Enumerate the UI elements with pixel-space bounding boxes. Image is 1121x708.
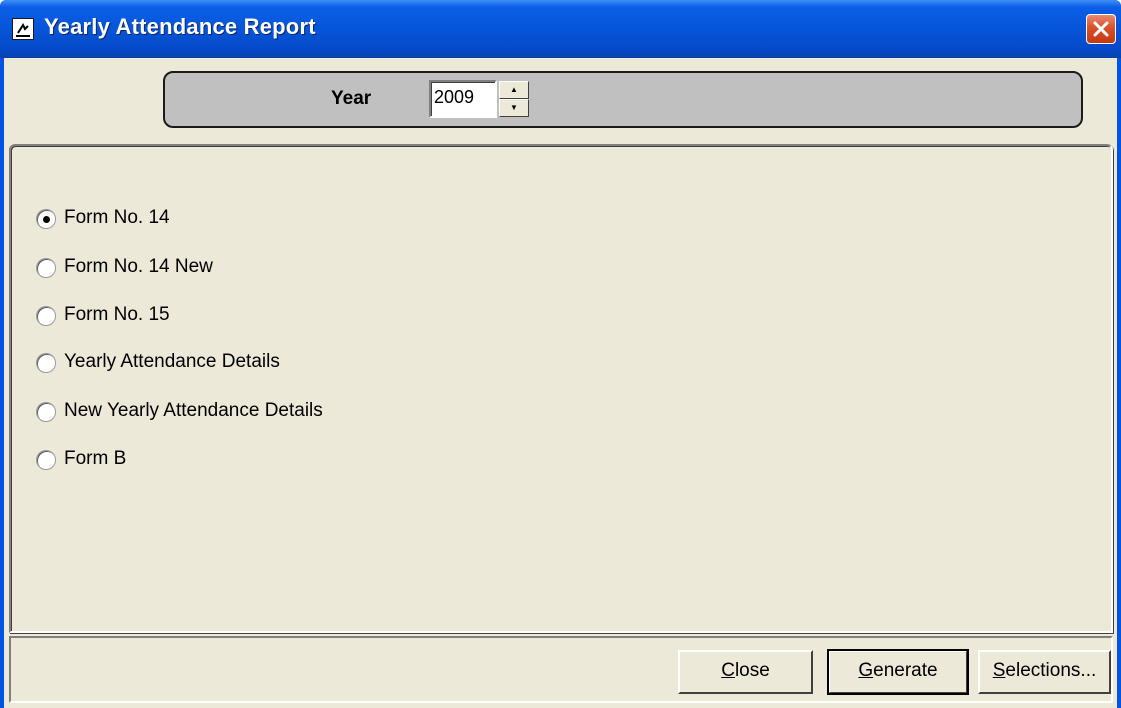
selections-button-mnemonic: S [992,660,1006,681]
report-window: Yearly Attendance Report Year 2009 ▲ ▼ F… [0,0,1121,708]
option-label: Form No. 14 New [64,256,213,277]
generate-button[interactable]: Generate [827,649,969,695]
close-button[interactable]: Close [678,650,813,694]
option-label: Form B [64,448,127,469]
option-label: New Yearly Attendance Details [64,400,323,421]
year-panel: Year 2009 ▲ ▼ [163,71,1083,128]
option-label: Yearly Attendance Details [64,351,280,372]
title-bar[interactable]: Yearly Attendance Report [0,0,1121,58]
year-input[interactable]: 2009 [429,80,497,118]
radio-button[interactable] [36,258,56,278]
option-label: Form No. 15 [64,304,170,325]
radio-selected-dot [43,216,50,223]
generate-button-label: enerate [873,660,938,681]
year-spinner: ▲ ▼ [499,81,529,117]
window-client-area: Year 2009 ▲ ▼ Form No. 14 Form No. 14 Ne… [4,58,1117,708]
close-button-label: lose [734,660,770,681]
close-button-mnemonic: C [721,660,735,681]
window-title: Yearly Attendance Report [44,14,316,39]
button-bar: Close Generate Selections... [9,636,1113,703]
radio-button[interactable] [36,450,56,470]
report-options-panel: Form No. 14 Form No. 14 New Form No. 15 … [9,144,1113,633]
radio-button[interactable] [36,209,56,229]
radio-button[interactable] [36,353,56,373]
year-increment-button[interactable]: ▲ [499,81,529,99]
year-label: Year [331,88,372,109]
radio-button[interactable] [36,402,56,422]
radio-button[interactable] [36,306,56,326]
year-decrement-button[interactable]: ▼ [499,99,529,117]
close-icon [1093,21,1109,37]
generate-button-mnemonic: G [858,660,874,681]
app-icon[interactable] [12,18,34,40]
selections-button-label: elections... [1005,660,1097,681]
window-close-button[interactable] [1086,14,1116,44]
option-label: Form No. 14 [64,207,170,228]
selections-button[interactable]: Selections... [978,650,1111,694]
